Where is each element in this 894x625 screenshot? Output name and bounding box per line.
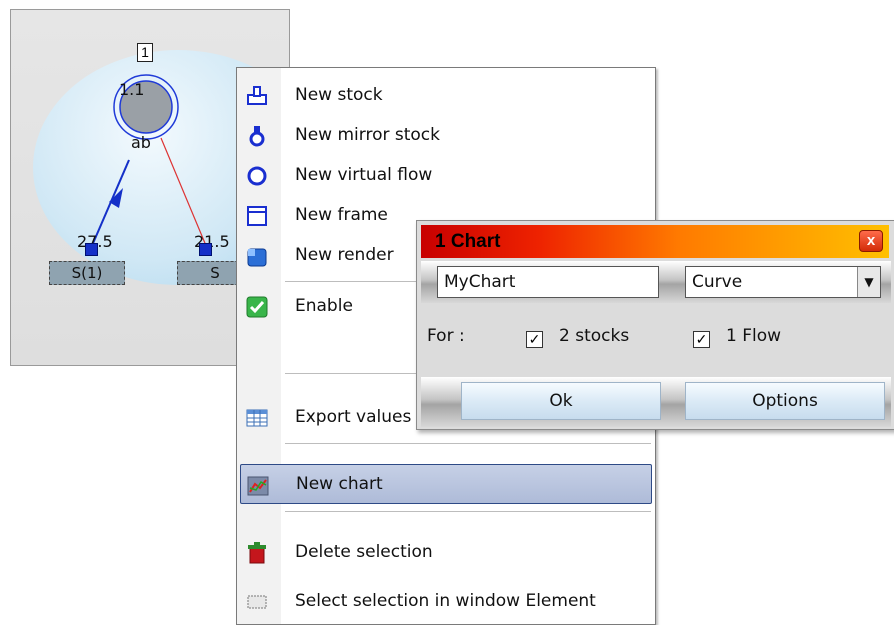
stocks-checkbox[interactable]: ✓ [526,331,543,348]
dialog-title: 1 Chart [435,231,501,252]
menu-item-new-mirror-stock[interactable]: New mirror stock [237,115,655,155]
chart-dialog: 1 Chart x MyChart Curve ▼ For : ✓ 2 stoc… [416,220,894,430]
enable-check-icon [246,296,268,318]
ok-button[interactable]: Ok [461,382,661,420]
menu-separator [285,511,651,512]
flow-label: ab [131,133,151,152]
menu-item-label: New mirror stock [295,125,440,145]
chart-type-select[interactable]: Curve ▼ [685,266,881,298]
trash-icon [246,542,268,564]
menu-item-label: New frame [295,205,388,225]
right-node-handle[interactable] [199,243,212,256]
chart-name-input[interactable]: MyChart [437,266,659,298]
flow-checkbox[interactable]: ✓ [693,331,710,348]
menu-item-label: Enable [295,296,353,316]
menu-item-new-chart[interactable]: New chart [240,464,652,504]
menu-item-new-stock[interactable]: New stock [237,75,655,115]
menu-item-label: Export values [295,407,412,427]
menu-item-label: New render [295,245,394,265]
left-node-handle[interactable] [85,243,98,256]
menu-item-label: Select selection in window Element [295,591,596,611]
chart-type-value: Curve [692,272,743,292]
render-icon [246,245,268,267]
selection-icon [246,591,268,613]
chevron-down-icon[interactable]: ▼ [857,267,880,297]
stock-value: 1.1 [119,80,145,99]
menu-item-select-in-element-window[interactable]: Select selection in window Element [237,581,655,621]
menu-item-label: New stock [295,85,383,105]
flow-checkbox-label: 1 Flow [726,326,782,346]
virtual-flow-icon [246,165,268,187]
stocks-checkbox-label: 2 stocks [559,326,630,346]
frame-number-tag[interactable]: 1 [137,43,153,62]
frame-icon [246,205,268,227]
options-button[interactable]: Options [685,382,885,420]
table-icon [246,407,268,429]
new-stock-icon [246,85,268,107]
menu-item-new-virtual-flow[interactable]: New virtual flow [237,155,655,195]
stock-s1[interactable]: S(1) [49,261,125,285]
dialog-input-bar: MyChart Curve ▼ [421,261,891,303]
menu-item-label: New chart [296,474,383,494]
menu-item-label: New virtual flow [295,165,433,185]
menu-item-label: Delete selection [295,542,433,562]
chart-icon [247,475,269,497]
close-icon[interactable]: x [859,230,883,252]
for-label: For : [427,326,465,346]
mirror-stock-icon [246,125,268,147]
dialog-title-bar[interactable]: 1 Chart x [421,225,889,258]
menu-separator [285,443,651,444]
menu-item-delete-selection[interactable]: Delete selection [237,532,655,572]
